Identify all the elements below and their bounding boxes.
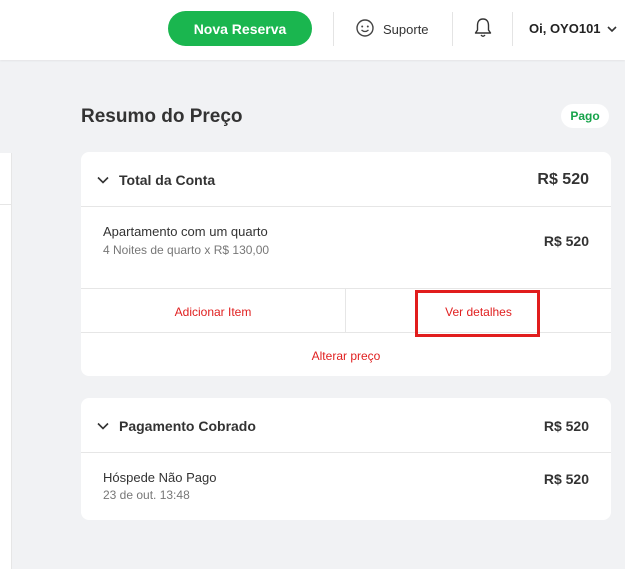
support-link[interactable]: Suporte [355,18,429,41]
change-price-button[interactable]: Alterar preço [81,349,611,363]
support-icon [355,18,375,41]
new-booking-button[interactable]: Nova Reserva [168,11,312,46]
total-account-card: Total da Conta R$ 520 Apartamento com um… [81,152,611,376]
item-name: Apartamento com um quarto [103,224,268,239]
page-title: Resumo do Preço [81,106,243,127]
payment-item-amount: R$ 520 [543,471,589,487]
payment-charged-title: Pagamento Cobrado [119,418,256,434]
divider [81,206,611,207]
user-menu[interactable]: Oi, OYO101 [529,21,617,36]
chevron-down-icon [97,417,109,435]
divider [452,12,453,46]
left-panel [0,153,12,569]
divider [512,12,513,46]
support-label: Suporte [383,22,429,37]
payment-item-detail: 23 de out. 13:48 [103,488,190,502]
item-detail: 4 Noites de quarto x R$ 130,00 [103,243,270,257]
item-amount: R$ 520 [543,233,589,249]
payment-charged-card: Pagamento Cobrado R$ 520 Hóspede Não Pag… [81,398,611,520]
payment-charged-amount: R$ 520 [543,418,589,434]
user-greeting: Oi, OYO101 [529,21,601,36]
chevron-down-icon [97,171,109,189]
highlight-box [415,290,540,337]
add-item-button[interactable]: Adicionar Item [81,305,345,319]
chevron-down-icon [606,21,617,36]
payment-charged-header[interactable]: Pagamento Cobrado R$ 520 [81,414,611,438]
bell-icon[interactable] [473,17,493,44]
payment-item-name: Hóspede Não Pago [103,470,217,485]
left-panel-divider [0,204,12,205]
status-badge: Pago [561,104,609,128]
total-account-amount: R$ 520 [537,171,589,188]
divider [81,452,611,453]
total-account-header[interactable]: Total da Conta R$ 520 [81,168,611,192]
divider [81,288,611,289]
total-account-title: Total da Conta [119,172,216,188]
top-bar: Nova Reserva Suporte Oi, OYO101 [0,0,625,60]
divider [333,12,334,46]
